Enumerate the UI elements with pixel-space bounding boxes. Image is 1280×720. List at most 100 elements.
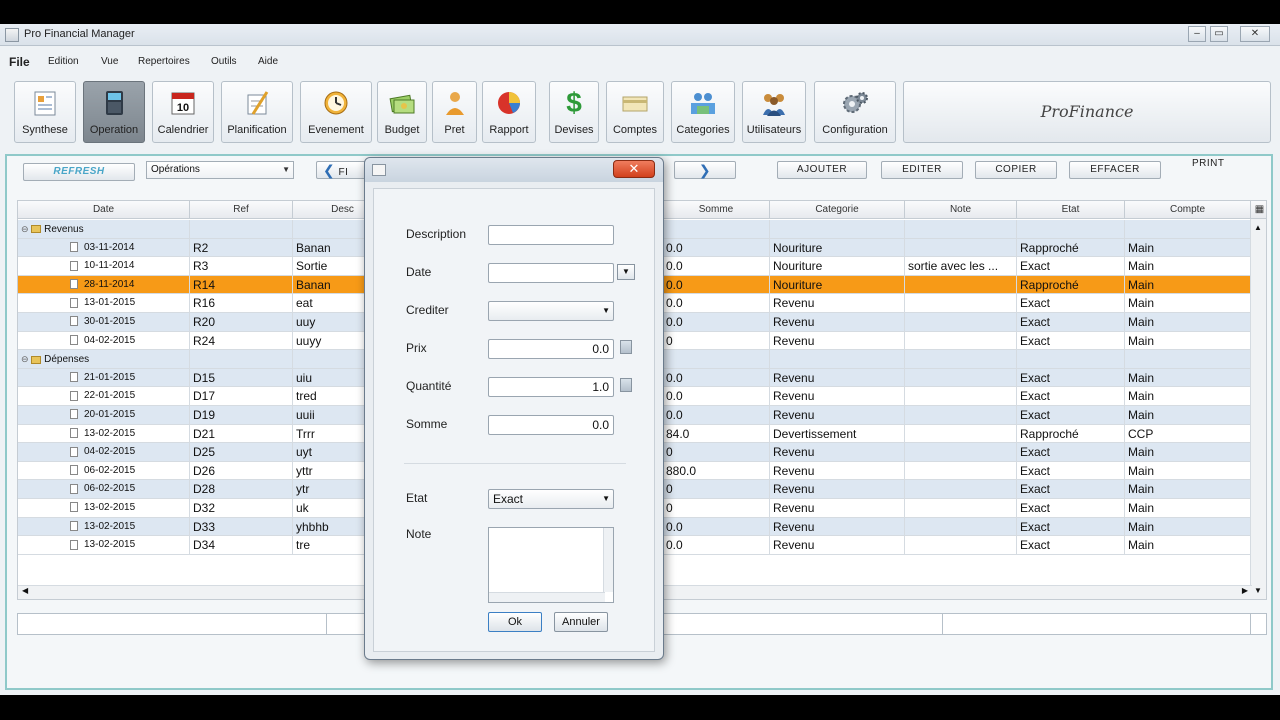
cell-cat: Revenu xyxy=(770,294,905,313)
form-separator xyxy=(404,463,626,464)
dialog-app-icon xyxy=(372,164,386,176)
cell-somme: 0.0 xyxy=(663,387,770,406)
cell-somme: 0.0 xyxy=(663,275,770,294)
cell-note xyxy=(905,294,1017,313)
print-link[interactable]: PRINT xyxy=(1192,158,1225,169)
toolbar-calendrier-button[interactable]: 10 Calendrier xyxy=(152,81,214,143)
document-icon xyxy=(70,390,78,401)
vertical-scrollbar[interactable]: ▲ ▼ xyxy=(1250,219,1266,599)
prix-field[interactable]: 0.0 xyxy=(488,339,614,359)
document-icon xyxy=(70,427,78,438)
minimize-button[interactable]: – xyxy=(1188,26,1206,42)
somme-field[interactable]: 0.0 xyxy=(488,415,614,435)
crediter-select[interactable]: ▼ xyxy=(488,301,614,321)
cell-compte: Main xyxy=(1125,257,1251,276)
toolbar-devises-button[interactable]: $ Devises xyxy=(549,81,599,143)
next-button[interactable]: ❯ xyxy=(674,161,736,179)
toolbar-operation-button[interactable]: Operation xyxy=(83,81,145,143)
toolbar-comptes-button[interactable]: Comptes xyxy=(606,81,664,143)
menu-file[interactable]: File xyxy=(9,55,30,69)
cell-somme: 880.0 xyxy=(663,461,770,480)
cell-etat: Exact xyxy=(1017,368,1125,387)
note-vertical-scrollbar[interactable] xyxy=(603,528,613,592)
etat-select[interactable]: Exact ▼ xyxy=(488,489,614,509)
column-header-somme[interactable]: Somme xyxy=(663,201,770,219)
quantite-calculator-icon[interactable] xyxy=(620,378,632,392)
cell-note xyxy=(905,536,1017,555)
cell-ref: D25 xyxy=(190,443,293,462)
cell-ref: D28 xyxy=(190,480,293,499)
toolbar-configuration-button[interactable]: Configuration xyxy=(814,81,896,143)
editer-button[interactable]: EDITER xyxy=(881,161,963,179)
menu-edition[interactable]: Edition xyxy=(48,56,79,67)
menu-outils[interactable]: Outils xyxy=(211,56,237,67)
toolbar-synthese-button[interactable]: Synthese xyxy=(14,81,76,143)
cell-note xyxy=(905,313,1017,331)
toolbar-utilisateurs-button[interactable]: Utilisateurs xyxy=(742,81,806,143)
cell-note xyxy=(905,480,1017,499)
ok-button[interactable]: Ok xyxy=(488,612,542,632)
column-header-date[interactable]: Date xyxy=(18,201,190,219)
cell-compte: CCP xyxy=(1125,424,1251,443)
cell-somme: 84.0 xyxy=(663,424,770,443)
document-icon xyxy=(70,502,78,513)
dialog-close-button[interactable]: ✕ xyxy=(613,160,655,178)
view-select[interactable]: Opérations ▼ xyxy=(146,161,294,179)
document-icon xyxy=(70,297,78,308)
chevron-right-icon: ❯ xyxy=(698,162,712,178)
cell-cat: Revenu xyxy=(770,480,905,499)
cell-note xyxy=(905,275,1017,294)
cell-etat: Exact xyxy=(1017,499,1125,517)
date-picker-button[interactable]: ▼ xyxy=(617,264,635,280)
refresh-button[interactable]: REFRESH xyxy=(23,163,135,181)
description-label: Description xyxy=(406,227,467,241)
column-header-compte[interactable]: Compte xyxy=(1125,201,1251,219)
maximize-button[interactable]: ▭ xyxy=(1210,26,1228,42)
toolbar-evenement-button[interactable]: Evenement xyxy=(300,81,372,143)
cell-etat: Exact xyxy=(1017,480,1125,499)
dialog-title-bar: ✕ xyxy=(365,158,663,182)
cell-somme: 0.0 xyxy=(663,238,770,257)
cell-cat: Revenu xyxy=(770,406,905,424)
annuler-button[interactable]: Annuler xyxy=(554,612,608,632)
cell-etat: Exact xyxy=(1017,443,1125,462)
menu-vue[interactable]: Vue xyxy=(101,56,118,67)
effacer-button[interactable]: EFFACER xyxy=(1069,161,1161,179)
note-horizontal-scrollbar[interactable] xyxy=(489,592,605,602)
copier-button[interactable]: COPIER xyxy=(975,161,1057,179)
cell-ref: R24 xyxy=(190,331,293,350)
column-header-note[interactable]: Note xyxy=(905,201,1017,219)
toolbar-budget-button[interactable]: Budget xyxy=(377,81,427,143)
toolbar-pret-button[interactable]: Pret xyxy=(432,81,477,143)
chevron-down-icon: ▼ xyxy=(622,267,630,276)
menu-repertoires[interactable]: Repertoires xyxy=(138,56,190,67)
close-window-button[interactable]: ✕ xyxy=(1240,26,1270,42)
ajouter-button[interactable]: AJOUTER xyxy=(777,161,867,179)
menu-aide[interactable]: Aide xyxy=(258,56,278,67)
toolbar-rapport-button[interactable]: Rapport xyxy=(482,81,536,143)
document-icon xyxy=(70,334,78,345)
cell-cat: Revenu xyxy=(770,499,905,517)
quantite-field[interactable]: 1.0 xyxy=(488,377,614,397)
cell-note xyxy=(905,517,1017,536)
document-icon xyxy=(70,539,78,550)
toolbar-planification-button[interactable]: Planification xyxy=(221,81,293,143)
column-header-etat[interactable]: Etat xyxy=(1017,201,1125,219)
prix-calculator-icon[interactable] xyxy=(620,340,632,354)
date-field[interactable] xyxy=(488,263,614,283)
cell-cat: Revenu xyxy=(770,313,905,331)
previous-button[interactable]: ❮ FI xyxy=(316,161,366,179)
cell-ref: D17 xyxy=(190,387,293,406)
toolbar-categories-button[interactable]: Categories xyxy=(671,81,735,143)
note-textarea[interactable] xyxy=(488,527,614,603)
column-chooser-icon[interactable]: ▦ xyxy=(1251,201,1266,219)
collapse-icon[interactable]: ⊖ xyxy=(21,224,29,234)
collapse-icon[interactable]: ⊖ xyxy=(21,354,29,364)
description-field[interactable] xyxy=(488,225,614,245)
column-header-ref[interactable]: Ref xyxy=(190,201,293,219)
document-icon xyxy=(70,279,78,290)
main-window: Pro Financial Manager – ▭ ✕ File Edition… xyxy=(0,24,1280,695)
video-letterbox-top xyxy=(0,0,1280,24)
planning-icon xyxy=(242,88,272,118)
column-header-categorie[interactable]: Categorie xyxy=(770,201,905,219)
